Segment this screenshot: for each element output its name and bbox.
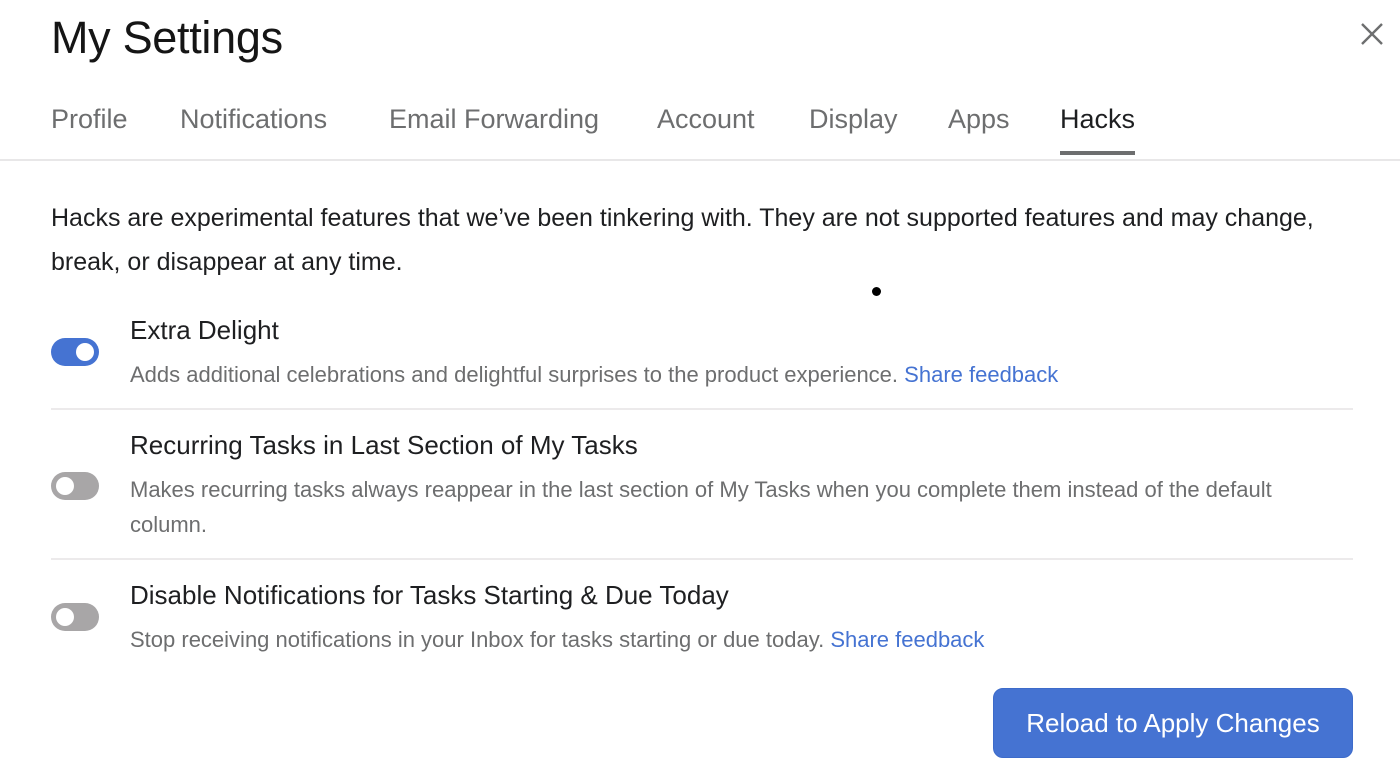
disable-notifications-toggle[interactable] <box>51 603 99 631</box>
hack-description-text: Stop receiving notifications in your Inb… <box>130 627 825 652</box>
divider <box>51 408 1353 410</box>
tab-account[interactable]: Account <box>657 104 755 135</box>
hack-name: Extra Delight <box>130 315 279 345</box>
close-button[interactable] <box>1356 18 1388 50</box>
tab-profile[interactable]: Profile <box>51 104 128 135</box>
hack-name: Disable Notifications for Tasks Starting… <box>130 580 729 610</box>
dialog-title: My Settings <box>51 12 283 63</box>
reload-to-apply-button[interactable]: Reload to Apply Changes <box>993 688 1353 758</box>
tab-notifications[interactable]: Notifications <box>180 104 327 135</box>
recurring-tasks-toggle[interactable] <box>51 472 99 500</box>
tab-apps[interactable]: Apps <box>948 104 1010 135</box>
hack-item-recurring-tasks: Recurring Tasks in Last Section of My Ta… <box>51 427 1353 560</box>
hack-name: Recurring Tasks in Last Section of My Ta… <box>130 430 638 460</box>
tab-display[interactable]: Display <box>809 104 898 135</box>
tab-email-forwarding[interactable]: Email Forwarding <box>389 104 599 135</box>
hack-description-text: Adds additional celebrations and delight… <box>130 362 899 387</box>
share-feedback-link[interactable]: Share feedback <box>904 362 1058 387</box>
hack-description: Stop receiving notifications in your Inb… <box>130 622 1310 657</box>
cursor-dot <box>872 287 881 296</box>
toggle-knob <box>56 477 74 495</box>
share-feedback-link[interactable]: Share feedback <box>830 627 984 652</box>
close-icon <box>1361 23 1383 45</box>
extra-delight-toggle[interactable] <box>51 338 99 366</box>
hacks-intro: Hacks are experimental features that we’… <box>51 204 1314 276</box>
hack-item-extra-delight: Extra Delight Adds additional celebratio… <box>51 312 1353 410</box>
hack-description: Makes recurring tasks always reappear in… <box>130 477 1272 537</box>
hack-item-disable-notifications: Disable Notifications for Tasks Starting… <box>51 577 1353 667</box>
divider <box>51 558 1353 560</box>
tab-hacks[interactable]: Hacks <box>1060 104 1136 155</box>
toggle-knob <box>56 608 74 626</box>
toggle-knob <box>76 343 94 361</box>
hack-description: Adds additional celebrations and delight… <box>130 357 1310 392</box>
settings-tabs: Profile Notifications Email Forwarding A… <box>0 96 1400 161</box>
